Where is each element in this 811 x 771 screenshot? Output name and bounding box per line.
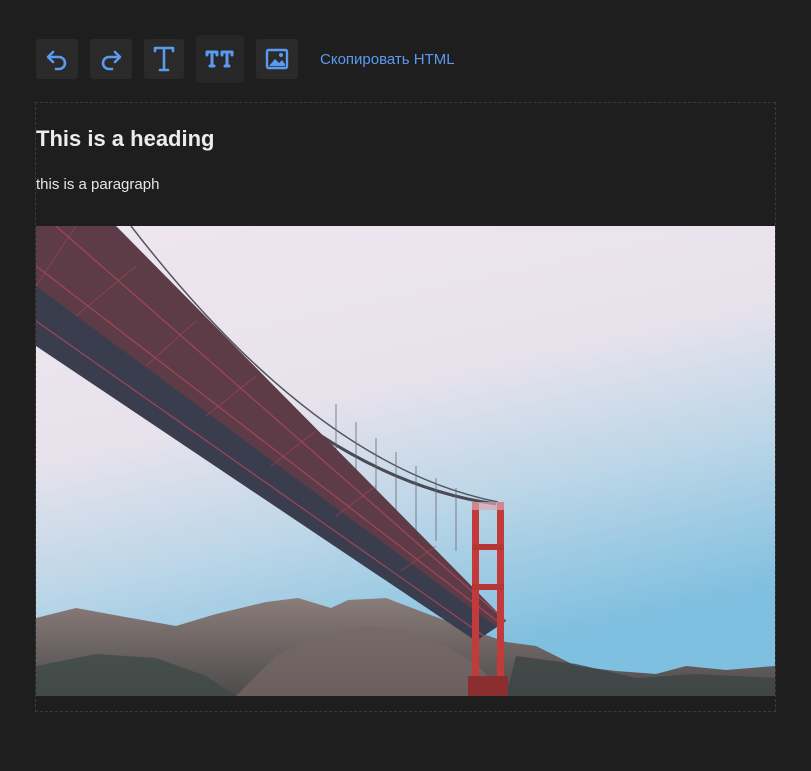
add-image-button[interactable] xyxy=(256,39,298,79)
add-heading-button[interactable] xyxy=(196,35,244,83)
content-paragraph[interactable]: this is a paragraph xyxy=(36,176,159,193)
redo-button[interactable] xyxy=(90,39,132,79)
undo-button[interactable] xyxy=(36,39,78,79)
content-heading[interactable]: This is a heading xyxy=(36,126,214,152)
editor-canvas[interactable]: This is a heading this is a paragraph xyxy=(35,102,776,712)
heading-icon xyxy=(205,50,234,68)
text-icon xyxy=(153,46,175,72)
bridge-photo xyxy=(36,226,775,696)
redo-icon xyxy=(101,50,122,71)
add-text-button[interactable] xyxy=(144,39,184,79)
toolbar: Скопировать HTML xyxy=(36,35,455,83)
image-icon xyxy=(265,48,289,70)
copy-html-link[interactable]: Скопировать HTML xyxy=(320,51,455,68)
content-image[interactable] xyxy=(36,226,775,696)
undo-icon xyxy=(46,50,67,71)
